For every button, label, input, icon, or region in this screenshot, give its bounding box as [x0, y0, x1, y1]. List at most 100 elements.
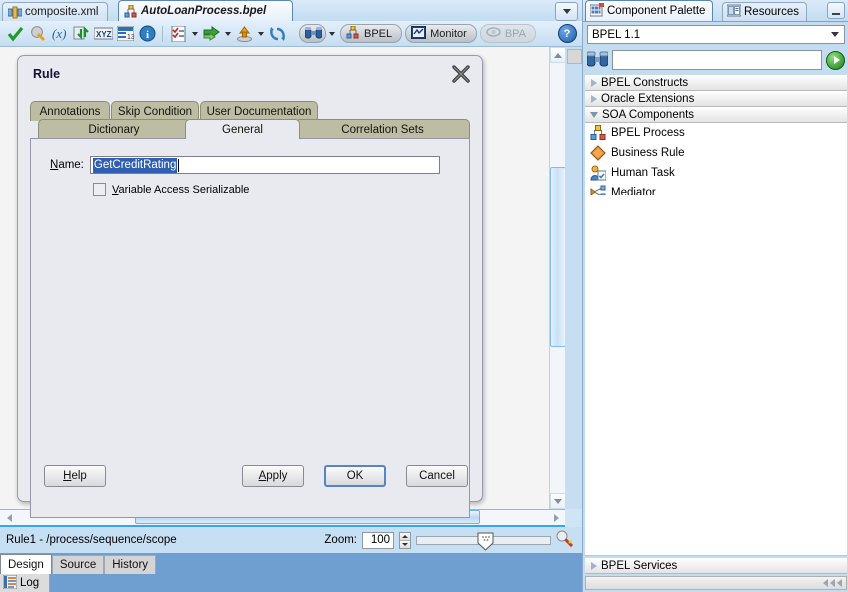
- zoom-decrement-button[interactable]: [400, 540, 410, 548]
- recycle-icon[interactable]: [266, 23, 288, 45]
- dialog-tab-skip-condition[interactable]: Skip Condition: [111, 101, 199, 121]
- scroll-down-button[interactable]: [550, 493, 566, 509]
- palette-group-bpel-services[interactable]: BPEL Services: [585, 558, 847, 574]
- zoom-stepper[interactable]: [399, 531, 411, 549]
- button-label: Cancel: [419, 470, 455, 482]
- tab-design[interactable]: Design: [0, 554, 52, 574]
- help-button[interactable]: Help: [44, 465, 106, 487]
- dialog-tab-annotations[interactable]: Annotations: [30, 101, 110, 121]
- dialog-tab-correlation-sets[interactable]: Correlation Sets: [295, 119, 470, 139]
- refresh-icon[interactable]: [26, 23, 48, 45]
- arrow-down-icon: [402, 542, 408, 546]
- info-icon[interactable]: i: [136, 23, 158, 45]
- tab-source[interactable]: Source: [51, 555, 105, 574]
- vertical-scroll-thumb[interactable]: [550, 167, 566, 347]
- palette-group-soa-components[interactable]: SOA Components: [585, 107, 847, 123]
- green-arrows-dropdown-arrow-icon[interactable]: [222, 23, 233, 45]
- palette-search-input[interactable]: [612, 50, 822, 70]
- checklist-icon[interactable]: [167, 23, 189, 45]
- deploy-dropdown-arrow-icon[interactable]: [255, 23, 266, 45]
- editor-statusbar: Rule1 - /process/sequence/scope Zoom: 10…: [0, 527, 582, 553]
- chevron-right-icon: [591, 95, 597, 103]
- log-tab[interactable]: Log: [0, 574, 51, 592]
- mode-button-bpel[interactable]: BPEL: [340, 24, 403, 43]
- bpa-icon: [486, 26, 501, 41]
- scroll-up-button[interactable]: [550, 47, 566, 63]
- name-input[interactable]: GetCreditRating: [89, 156, 440, 174]
- zoom-slider[interactable]: [416, 532, 551, 551]
- tab-label: Correlation Sets: [341, 123, 424, 136]
- palette-selector[interactable]: BPEL 1.1: [587, 25, 845, 44]
- mode-button-bpa[interactable]: BPA: [479, 24, 537, 43]
- generate-table-icon[interactable]: 13: [114, 23, 136, 45]
- tab-label: Skip Condition: [117, 105, 193, 118]
- ok-button[interactable]: OK: [324, 465, 386, 487]
- tab-component-palette[interactable]: Component Palette: [585, 0, 714, 21]
- item-label: Human Task: [611, 167, 675, 179]
- close-icon[interactable]: [452, 65, 470, 83]
- palette-group-list: BPEL Constructs Oracle Extensions SOA Co…: [585, 75, 847, 204]
- binoculars-icon: [304, 26, 323, 42]
- palette-item-list: BPEL Process Business Rule Human Task Me…: [585, 123, 847, 204]
- variable-access-serializable-label: Variable Access Serializable: [112, 183, 250, 196]
- find-mode-button[interactable]: [299, 24, 326, 43]
- mode-button-monitor[interactable]: Monitor: [405, 24, 477, 43]
- editor-tab-autoloanprocess[interactable]: AutoLoanProcess.bpel: [118, 0, 293, 21]
- help-button[interactable]: ?: [556, 23, 578, 45]
- apply-button[interactable]: Apply: [242, 465, 304, 487]
- checklist-dropdown-arrow-icon[interactable]: [189, 23, 200, 45]
- chevron-down-icon[interactable]: [826, 27, 843, 42]
- scroll-left-button[interactable]: [0, 510, 18, 525]
- arrow-left-icon: [823, 579, 828, 587]
- green-arrows-icon[interactable]: [200, 23, 222, 45]
- arrow-left-icon: [837, 579, 842, 587]
- go-arrow-icon[interactable]: [826, 50, 845, 70]
- zoom-slider-knob[interactable]: [477, 532, 494, 551]
- zoom-input[interactable]: 100: [362, 531, 394, 549]
- chevron-down-icon: [562, 9, 571, 14]
- palette-item-bpel-process[interactable]: BPEL Process: [585, 123, 847, 143]
- minimize-icon[interactable]: [827, 2, 845, 19]
- palette-item-business-rule[interactable]: Business Rule: [585, 143, 847, 163]
- palette-group-oracle-extensions[interactable]: Oracle Extensions: [585, 91, 847, 107]
- zoom-increment-button[interactable]: [400, 532, 410, 541]
- editor-tabstrip: composite.xml AutoLoanProcess.bpel: [0, 0, 582, 22]
- palette-item-human-task[interactable]: Human Task: [585, 163, 847, 183]
- dialog-tab-dictionary[interactable]: Dictionary: [38, 119, 190, 139]
- variable-access-serializable-row[interactable]: Variable Access Serializable: [93, 183, 249, 196]
- editor-tab-menu-button[interactable]: [555, 2, 578, 21]
- tab-label: Annotations: [39, 105, 101, 118]
- variable-access-serializable-checkbox[interactable]: [93, 183, 106, 196]
- import-export-icon[interactable]: [70, 23, 92, 45]
- palette-scroll-indicator[interactable]: [585, 576, 847, 590]
- svg-text:13: 13: [127, 34, 134, 41]
- editor-tab-composite[interactable]: composite.xml: [2, 2, 108, 21]
- tab-history[interactable]: History: [104, 555, 157, 574]
- xyz-text-icon[interactable]: XYZ: [92, 23, 114, 45]
- canvas-vertical-scrollbar[interactable]: [549, 47, 566, 509]
- tab-label: Dictionary: [88, 123, 140, 136]
- text-caret: [178, 158, 180, 172]
- validate-check-icon[interactable]: [4, 23, 26, 45]
- find-dropdown-arrow-icon[interactable]: [326, 23, 337, 45]
- arrow-right-icon: [553, 513, 559, 522]
- magnifier-icon[interactable]: [556, 530, 574, 550]
- variables-xy-icon[interactable]: (x): [48, 23, 70, 45]
- tab-label: Source: [59, 559, 97, 571]
- dialog-general-panel: Name: GetCreditRating Variable Access Se…: [30, 138, 470, 518]
- palette-search-row: [586, 49, 845, 71]
- chevron-down-icon: [590, 112, 598, 118]
- palette-group-bpel-constructs[interactable]: BPEL Constructs: [585, 75, 847, 91]
- cancel-button[interactable]: Cancel: [406, 465, 468, 487]
- dialog-tab-user-documentation[interactable]: User Documentation: [200, 101, 318, 121]
- dialog-tabrow-top: Annotations Skip Condition User Document…: [30, 101, 470, 121]
- arrow-up-icon: [402, 534, 408, 538]
- arrow-down-icon: [554, 498, 562, 504]
- zoom-label: Zoom:: [324, 534, 357, 546]
- arrow-left-icon: [6, 513, 12, 522]
- tab-resources[interactable]: Resources: [722, 2, 807, 21]
- scroll-right-button[interactable]: [547, 510, 565, 525]
- deploy-icon[interactable]: [233, 23, 255, 45]
- group-label: BPEL Services: [601, 560, 678, 572]
- dialog-tab-general[interactable]: General: [185, 119, 300, 139]
